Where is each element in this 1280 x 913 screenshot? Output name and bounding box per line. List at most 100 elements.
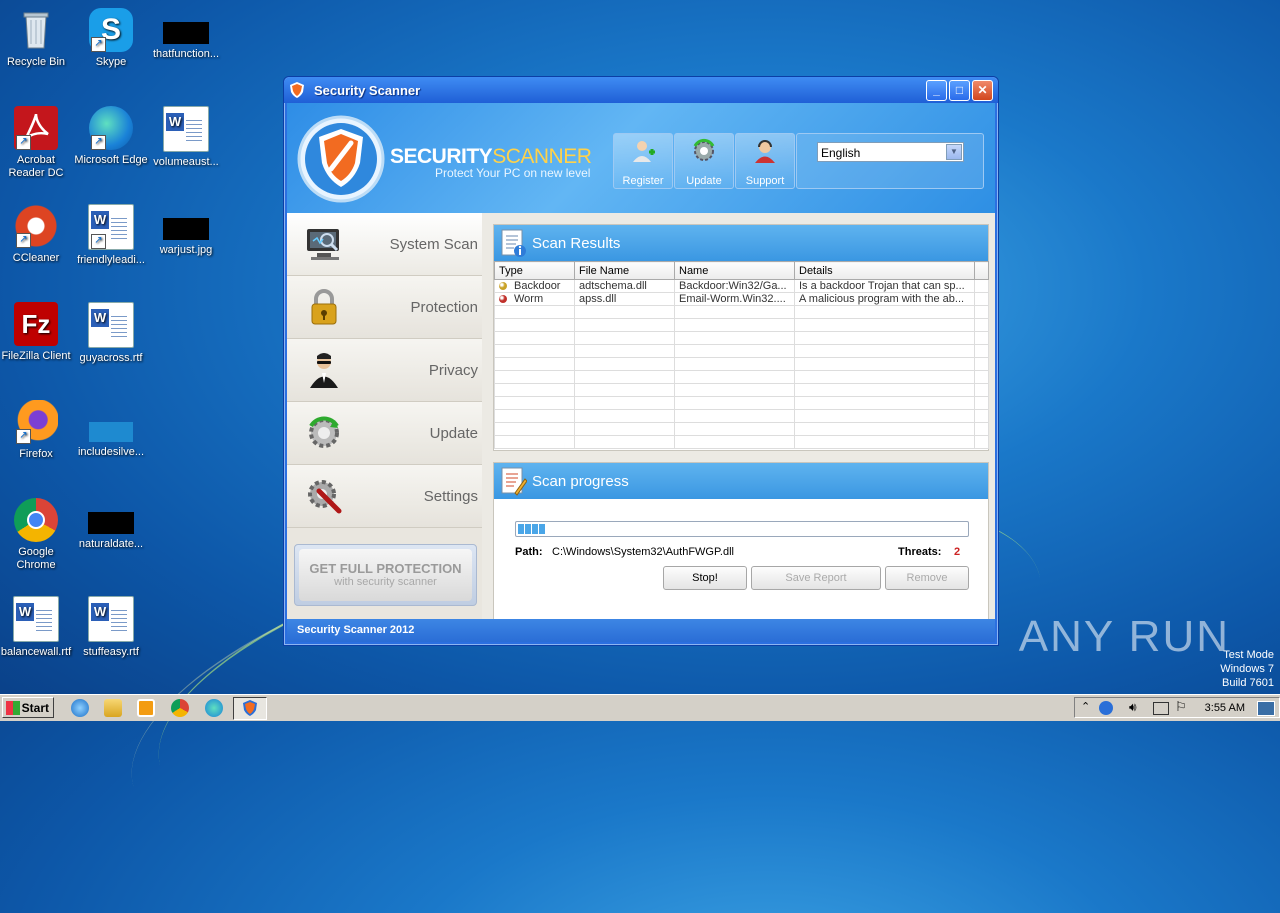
scan-results-header: Scan Results xyxy=(494,225,988,261)
close-button[interactable]: ✕ xyxy=(972,80,993,101)
table-row-empty xyxy=(494,396,989,410)
folder-icon[interactable] xyxy=(104,699,122,717)
support-button[interactable]: Support xyxy=(735,133,795,189)
empty-cell xyxy=(794,396,975,410)
remove-button[interactable]: Remove xyxy=(885,566,969,590)
security-scanner-taskbar-button[interactable] xyxy=(233,697,267,720)
desktop-icon-firefox[interactable]: ↗ Firefox xyxy=(0,400,74,461)
cell-details: A malicious program with the ab... xyxy=(794,292,975,306)
path-value: C:\Windows\System32\AuthFWGP.dll xyxy=(552,546,734,558)
desktop-icon-skype[interactable]: S ↗ Skype xyxy=(73,8,149,69)
empty-cell xyxy=(574,396,675,410)
desktop-icon-label: guyacross.rtf xyxy=(79,352,143,364)
empty-cell xyxy=(974,344,989,358)
column-header-type[interactable]: Type xyxy=(494,261,575,280)
stop-button[interactable]: Stop! xyxy=(663,566,747,590)
nav-system-scan[interactable]: System Scan xyxy=(287,213,482,276)
get-full-title: GET FULL PROTECTION xyxy=(309,561,462,576)
desktop-icon-guyacross[interactable]: guyacross.rtf xyxy=(73,302,149,365)
empty-cell xyxy=(574,435,675,449)
action-center-flag-icon[interactable]: ⚐ xyxy=(1175,699,1187,715)
table-header-row: Type File Name Name Details xyxy=(494,261,989,280)
desktop-icon-edge[interactable]: ↗ Microsoft Edge xyxy=(73,106,149,167)
desktop-icon-ccleaner[interactable]: ↗ CCleaner xyxy=(0,204,74,265)
desktop-icon-naturaldate[interactable]: naturaldate... xyxy=(73,498,149,551)
empty-cell xyxy=(574,318,675,332)
ccleaner-icon: ↗ xyxy=(14,204,58,248)
desktop-icon-acrobat[interactable]: ↗ Acrobat Reader DC xyxy=(0,106,74,180)
table-row-empty xyxy=(494,409,989,423)
desktop-icon-stuffeasy[interactable]: stuffeasy.rtf xyxy=(73,596,149,659)
image-thumbnail-icon xyxy=(163,218,209,240)
clock[interactable]: 3:55 AM xyxy=(1205,702,1245,714)
column-header-spacer xyxy=(974,261,989,280)
nav-settings[interactable]: Settings xyxy=(287,465,482,528)
column-header-details[interactable]: Details xyxy=(794,261,975,280)
network-icon[interactable] xyxy=(1153,702,1169,715)
maximize-button[interactable]: □ xyxy=(949,80,970,101)
desktop-icon-includesilve[interactable]: includesilve... xyxy=(73,400,149,459)
main-content: Scan Results Type File Name Name Details xyxy=(485,213,995,642)
desktop-icon-chrome[interactable]: Google Chrome xyxy=(0,498,74,572)
desktop-icon-thatfunction[interactable]: thatfunction... xyxy=(148,8,224,61)
window-titlebar[interactable]: Security Scanner _ □ ✕ xyxy=(284,77,998,103)
empty-cell xyxy=(674,344,795,358)
cell-type-text: Worm xyxy=(514,293,544,305)
word-document-icon xyxy=(13,596,59,642)
get-full-protection-button[interactable]: GET FULL PROTECTION with security scanne… xyxy=(294,544,477,606)
edge-taskbar-icon[interactable] xyxy=(205,699,223,717)
nav-label: Settings xyxy=(423,488,478,505)
nav-label: Update xyxy=(429,425,478,442)
table-row-empty xyxy=(494,357,989,371)
cell-type: Worm xyxy=(494,292,575,306)
empty-cell xyxy=(974,435,989,449)
empty-cell xyxy=(494,409,575,423)
cell-name: Backdoor:Win32/Ga... xyxy=(674,279,795,293)
nav-label: Privacy xyxy=(428,362,478,379)
edge-icon: ↗ xyxy=(89,106,133,150)
shield-app-icon xyxy=(290,82,304,98)
nav-protection[interactable]: Protection xyxy=(287,276,482,339)
desktop-icon-friendlyleadi[interactable]: ↗ friendlyleadi... xyxy=(73,204,149,267)
chrome-taskbar-icon[interactable] xyxy=(171,699,189,717)
register-button[interactable]: Register xyxy=(613,133,673,189)
nav-label: Protection xyxy=(410,299,478,316)
nav-privacy[interactable]: Privacy xyxy=(287,339,482,402)
table-row[interactable]: Backdoor adtschema.dll Backdoor:Win32/Ga… xyxy=(494,279,989,293)
filezilla-icon: Fz xyxy=(14,302,58,346)
desktop-icon-label: Microsoft Edge xyxy=(74,154,148,166)
minimize-button[interactable]: _ xyxy=(926,80,947,101)
volume-icon[interactable]: 🔊︎ xyxy=(1129,700,1137,715)
desktop-icon-filezilla[interactable]: Fz FileZilla Client xyxy=(0,302,74,363)
cell-file: apss.dll xyxy=(574,292,675,306)
chrome-icon xyxy=(14,498,58,542)
table-row[interactable]: Worm apss.dll Email-Worm.Win32.... A mal… xyxy=(494,292,989,306)
media-player-icon[interactable] xyxy=(137,699,155,717)
scan-progress-title: Scan progress xyxy=(532,473,629,490)
column-header-name[interactable]: Name xyxy=(674,261,795,280)
column-header-file-name[interactable]: File Name xyxy=(574,261,675,280)
chevron-down-icon[interactable]: ▼ xyxy=(946,144,962,160)
desktop-icon-warjust[interactable]: warjust.jpg xyxy=(148,204,224,257)
desktop-icon-label: Acrobat Reader DC xyxy=(8,154,64,179)
update-header-button[interactable]: Update xyxy=(674,133,734,189)
desktop-icon-volumeaust[interactable]: volumeaust... xyxy=(148,106,224,169)
desktop-icon-recycle-bin[interactable]: Recycle Bin xyxy=(0,8,74,69)
start-button[interactable]: Start xyxy=(2,697,54,718)
empty-cell xyxy=(974,305,989,319)
save-report-button[interactable]: Save Report xyxy=(751,566,881,590)
language-select[interactable]: English ▼ xyxy=(817,142,964,162)
show-desktop-icon[interactable] xyxy=(1257,701,1275,716)
table-row-empty xyxy=(494,318,989,332)
empty-cell xyxy=(674,305,795,319)
nav-update[interactable]: Update xyxy=(287,402,482,465)
security-tray-icon[interactable] xyxy=(1099,701,1113,715)
cell-spacer xyxy=(974,292,989,306)
desktop-icon-balancewall[interactable]: balancewall.rtf xyxy=(0,596,74,659)
table-row-empty xyxy=(494,344,989,358)
empty-cell xyxy=(974,396,989,410)
empty-cell xyxy=(674,422,795,436)
internet-explorer-icon[interactable] xyxy=(71,699,89,717)
show-hidden-icons-chevron-icon[interactable]: ⌃ xyxy=(1081,700,1090,713)
empty-cell xyxy=(494,357,575,371)
